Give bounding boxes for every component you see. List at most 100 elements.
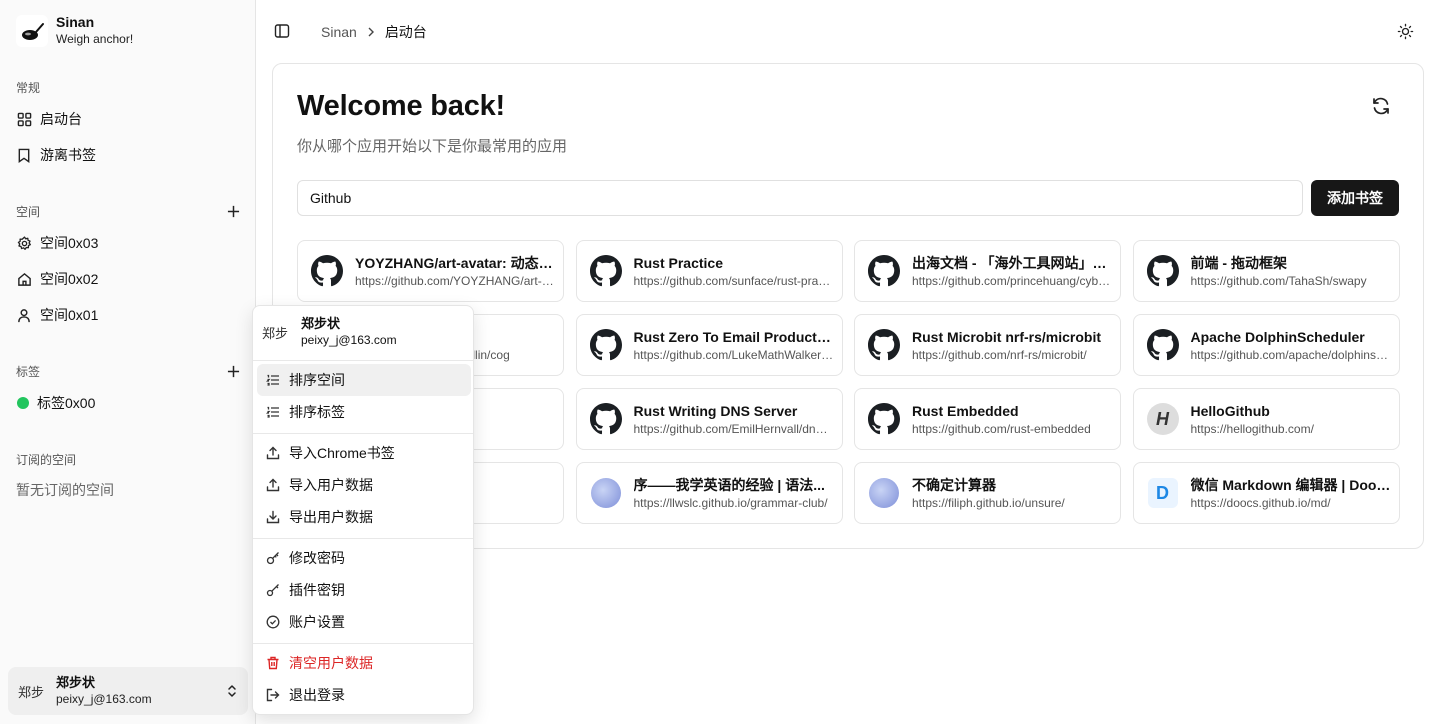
github-icon: [1146, 254, 1180, 288]
breadcrumb: Sinan 启动台: [321, 22, 427, 42]
bookmark-card[interactable]: Rust Microbit nrf-rs/microbit https://git…: [854, 314, 1121, 376]
bookmark-url: https://github.com/rust-embedded: [912, 421, 1091, 436]
doocs-icon: D: [1146, 476, 1180, 510]
globe-icon: [867, 476, 901, 510]
bookmark-card[interactable]: Rust Writing DNS Server https://github.co…: [575, 388, 843, 450]
sidebar-item-space-0x02[interactable]: 空间0x02: [8, 263, 248, 295]
menu-item-label: 排序空间: [289, 372, 345, 388]
menu-item-clear-user-data[interactable]: 清空用户数据: [257, 647, 471, 679]
trash-icon: [265, 655, 281, 671]
subscribed-empty-text: 暂无订阅的空间: [16, 482, 114, 498]
brand-logo-icon: [16, 14, 48, 47]
menu-item-label: 退出登录: [289, 687, 345, 703]
bookmark-search-input[interactable]: [297, 180, 1303, 216]
chevron-right-icon: [367, 27, 375, 37]
bookmark-text: Rust Practice https://github.com/sunface/…: [634, 254, 834, 289]
bookmark-text: Rust Writing DNS Server https://github.co…: [634, 402, 834, 437]
grid-icon: [16, 111, 32, 127]
add-bookmark-button[interactable]: 添加书签: [1311, 180, 1399, 216]
key-icon: [265, 550, 281, 566]
sidebar-item-label: 空间0x01: [40, 307, 99, 323]
sidebar-item-label: 空间0x03: [40, 235, 99, 251]
bookmark-title: Rust Microbit nrf-rs/microbit: [912, 328, 1102, 345]
group-label-subscribed: 订阅的空间: [16, 453, 77, 467]
menu-item-import-user-data[interactable]: 导入用户数据: [257, 469, 471, 501]
sidebar-item-loose-bookmarks[interactable]: 游离书签: [8, 139, 248, 171]
bookmark-title: 不确定计算器: [912, 476, 996, 493]
bookmark-card[interactable]: Rust Embedded https://github.com/rust-emb…: [854, 388, 1121, 450]
theme-toggle-button[interactable]: [1397, 23, 1414, 40]
sidebar-item-launchpad[interactable]: 启动台: [8, 103, 248, 135]
bookmark-text: 前端 - 拖动框架 https://github.com/TahaSh/swapy: [1191, 254, 1391, 289]
bookmark-url: https://filiph.github.io/unsure/: [912, 495, 1065, 510]
github-icon: [589, 254, 623, 288]
bookmark-text: HelloGithub https://hellogithub.com/: [1191, 402, 1391, 437]
refresh-button[interactable]: [1371, 96, 1391, 116]
user-name: 郑步状: [56, 675, 96, 690]
bookmark-card[interactable]: YOYZHANG/art-avatar: 动态头像生成 https://githu…: [297, 240, 564, 302]
bookmark-card[interactable]: Rust Zero To Email Production https://git…: [575, 314, 843, 376]
bookmark-card[interactable]: D 微信 Markdown 编辑器 | Doocs 开源社区 https://doo…: [1132, 462, 1400, 524]
bookmark-title: Rust Writing DNS Server: [633, 402, 798, 419]
menu-item-logout[interactable]: 退出登录: [257, 679, 471, 711]
bookmark-card[interactable]: Rust Practice https://github.com/sunface/…: [575, 240, 843, 302]
brand[interactable]: Sinan Weigh anchor!: [16, 14, 133, 47]
menu-user-header: 郑步 郑步状 peixy_j@163.com: [262, 316, 397, 348]
menu-item-label: 排序标签: [289, 404, 345, 420]
menu-item-label: 清空用户数据: [289, 655, 373, 671]
bookmark-card[interactable]: 出海文档 - 「海外工具网站」导航 https://github.com/prin…: [854, 240, 1121, 302]
menu-item-export-user-data[interactable]: 导出用户数据: [257, 501, 471, 533]
bookmark-card[interactable]: 不确定计算器 https://filiph.github.io/unsure/: [854, 462, 1121, 524]
menu-item-change-password[interactable]: 修改密码: [257, 542, 471, 574]
logout-icon: [265, 687, 281, 703]
sidebar-item-space-0x03[interactable]: 空间0x03: [8, 227, 248, 259]
add-space-button[interactable]: [224, 202, 242, 220]
menu-item-plugin-key[interactable]: 插件密钥: [257, 574, 471, 606]
sidebar-item-label: 标签0x00: [37, 395, 96, 411]
list-order-icon: [265, 404, 281, 420]
bookmark-title: Rust Zero To Email Production: [633, 328, 834, 345]
tag-color-dot: [17, 397, 29, 409]
menu-item-sort-spaces[interactable]: 排序空间: [257, 364, 471, 396]
bookmark-title: Apache DolphinScheduler: [1190, 328, 1365, 345]
bookmark-card[interactable]: 前端 - 拖动框架 https://github.com/TahaSh/swapy: [1132, 240, 1400, 302]
bookmark-icon: [16, 147, 32, 163]
bookmark-title: Rust Practice: [633, 254, 723, 271]
bookmark-card[interactable]: H HelloGithub https://hellogithub.com/: [1132, 388, 1400, 450]
menu-item-account-settings[interactable]: 账户设置: [257, 606, 471, 638]
sidebar-item-tag-0x00[interactable]: 标签0x00: [8, 387, 248, 419]
menu-item-sort-tags[interactable]: 排序标签: [257, 396, 471, 428]
check-circle-icon: [265, 614, 281, 630]
bookmark-url: https://github.com/nrf-rs/microbit/: [912, 347, 1087, 362]
sidebar-item-label: 启动台: [40, 111, 82, 127]
menu-item-label: 账户设置: [289, 614, 345, 630]
bookmark-title: 序——我学英语的经验 | 语法...: [633, 476, 825, 493]
bookmark-text: Rust Zero To Email Production https://git…: [634, 328, 834, 363]
menu-item-label: 导入用户数据: [289, 477, 373, 493]
sidebar-item-space-0x01[interactable]: 空间0x01: [8, 299, 248, 331]
page-title: Welcome back!: [297, 90, 506, 122]
page-subtitle: 你从哪个应用开始以下是你最常用的应用: [297, 138, 568, 155]
panel-left-icon: [274, 23, 290, 39]
bookmark-title: 前端 - 拖动框架: [1190, 254, 1287, 271]
bookmark-title: Rust Embedded: [912, 402, 1019, 419]
bookmark-card[interactable]: 序——我学英语的经验 | 语法... https://llwslc.github.…: [575, 462, 843, 524]
github-icon: [867, 328, 901, 362]
add-tag-button[interactable]: [224, 362, 242, 380]
sidebar-toggle-button[interactable]: [274, 23, 290, 39]
user-menu-trigger[interactable]: 郑步 郑步状 peixy_j@163.com: [8, 667, 248, 715]
menu-divider: [253, 360, 473, 361]
bookmark-title: HelloGithub: [1190, 402, 1270, 419]
breadcrumb-root[interactable]: Sinan: [321, 24, 357, 40]
menu-divider: [253, 538, 473, 539]
avatar: 郑步: [18, 684, 45, 700]
bookmark-text: Rust Embedded https://github.com/rust-emb…: [912, 402, 1112, 437]
menu-divider: [253, 433, 473, 434]
bookmark-card[interactable]: Apache DolphinScheduler https://github.co…: [1132, 314, 1400, 376]
user-email: peixy_j@163.com: [56, 692, 152, 706]
chevrons-up-down-icon: [226, 683, 238, 699]
github-icon: [867, 402, 901, 436]
menu-item-label: 导出用户数据: [289, 509, 373, 525]
github-icon: [1146, 328, 1180, 362]
menu-item-import-chrome[interactable]: 导入Chrome书签: [257, 437, 471, 469]
